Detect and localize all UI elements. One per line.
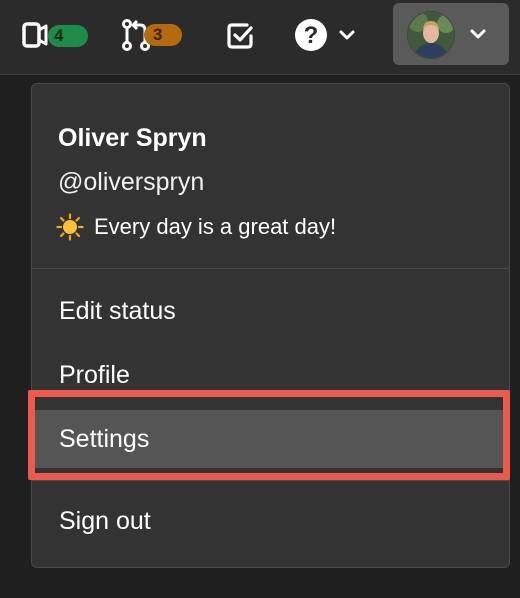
user-handle: @oliverspryn <box>58 168 205 196</box>
sun-icon <box>56 213 84 241</box>
sign-out-menu-item[interactable]: Sign out <box>32 492 509 550</box>
help-icon: ? <box>295 19 327 51</box>
svg-text:?: ? <box>304 22 319 49</box>
top-navbar: 4 3 ? <box>0 0 520 75</box>
pull-requests-count-badge: 3 <box>144 24 182 46</box>
user-dropdown-menu: Oliver Spryn @oliverspryn Every day is a… <box>31 83 510 568</box>
edit-status-menu-item[interactable]: Edit status <box>32 282 509 340</box>
dropdown-divider <box>32 268 509 269</box>
merge-requests-count-badge: 4 <box>48 25 88 47</box>
user-menu-toggle[interactable] <box>393 3 509 65</box>
todos-nav[interactable] <box>226 22 254 50</box>
merge-request-icon <box>22 22 48 48</box>
user-status: Every day is a great day! <box>56 213 336 241</box>
merge-requests-nav[interactable]: 4 <box>22 20 92 52</box>
user-chevron-down-icon <box>470 29 486 39</box>
dropdown-divider-bottom <box>32 480 509 481</box>
avatar <box>407 11 455 59</box>
user-name: Oliver Spryn <box>58 124 207 152</box>
checkbox-icon <box>227 23 253 49</box>
help-chevron-down-icon <box>339 30 355 40</box>
settings-highlight-annotation <box>28 390 510 480</box>
pull-requests-nav[interactable]: 3 <box>120 18 190 52</box>
help-nav[interactable]: ? <box>294 18 356 52</box>
status-text: Every day is a great day! <box>94 214 337 239</box>
